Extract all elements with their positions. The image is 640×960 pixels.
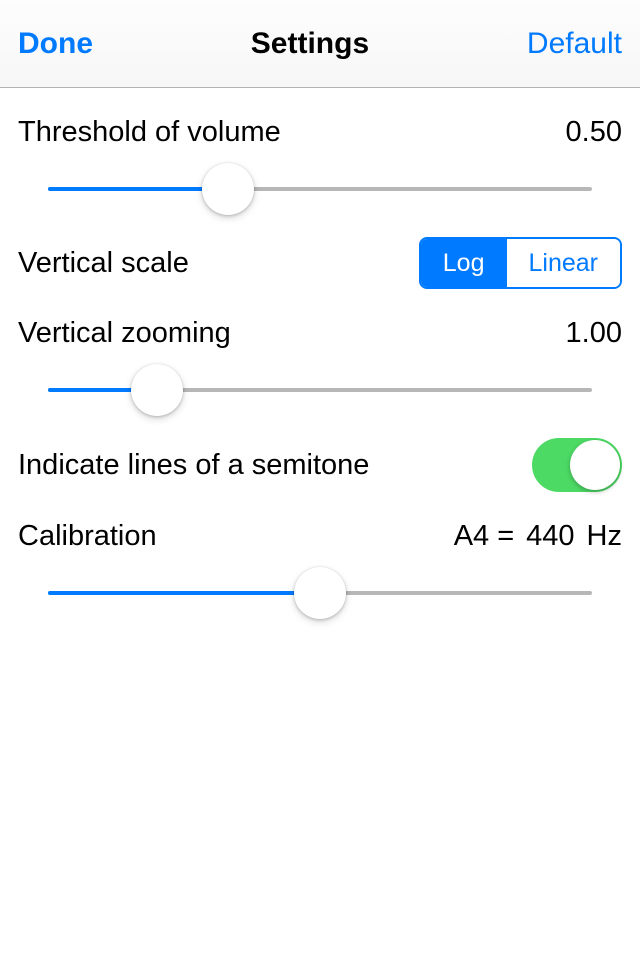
vertical-scale-label: Vertical scale (18, 247, 189, 280)
vertical-scale-row: Vertical scale Log Linear (18, 209, 622, 289)
vertical-zooming-slider[interactable] (18, 350, 622, 410)
page-title: Settings (251, 27, 369, 61)
calibration-row: Calibration A4 = 440 Hz (18, 492, 622, 553)
done-button[interactable]: Done (18, 27, 93, 61)
vertical-zooming-row: Vertical zooming 1.00 (18, 289, 622, 350)
threshold-row: Threshold of volume 0.50 (18, 88, 622, 149)
semitone-row: Indicate lines of a semitone (18, 410, 622, 492)
navigation-bar: Done Settings Default (0, 0, 640, 88)
slider-track (48, 591, 592, 595)
settings-content: Threshold of volume 0.50 Vertical scale … (0, 88, 640, 613)
switch-knob (570, 440, 620, 490)
slider-thumb[interactable] (131, 364, 183, 416)
threshold-label: Threshold of volume (18, 116, 281, 149)
semitone-switch[interactable] (532, 438, 622, 492)
threshold-slider[interactable] (18, 149, 622, 209)
calibration-unit: Hz (587, 520, 622, 553)
calibration-slider[interactable] (18, 553, 622, 613)
slider-thumb[interactable] (294, 567, 346, 619)
segment-log[interactable]: Log (421, 239, 507, 287)
segment-linear[interactable]: Linear (507, 239, 621, 287)
vertical-zooming-value: 1.00 (566, 317, 622, 350)
slider-fill (48, 591, 320, 595)
threshold-value: 0.50 (566, 116, 622, 149)
slider-thumb[interactable] (202, 163, 254, 215)
slider-track (48, 388, 592, 392)
default-button[interactable]: Default (527, 27, 622, 61)
calibration-value: 440 (526, 520, 574, 553)
semitone-label: Indicate lines of a semitone (18, 449, 369, 482)
calibration-prefix: A4 = (454, 520, 514, 553)
calibration-value-group: A4 = 440 Hz (454, 520, 622, 553)
slider-track (48, 187, 592, 191)
calibration-label: Calibration (18, 520, 157, 553)
vertical-zooming-label: Vertical zooming (18, 317, 231, 350)
vertical-scale-segmented[interactable]: Log Linear (419, 237, 622, 289)
